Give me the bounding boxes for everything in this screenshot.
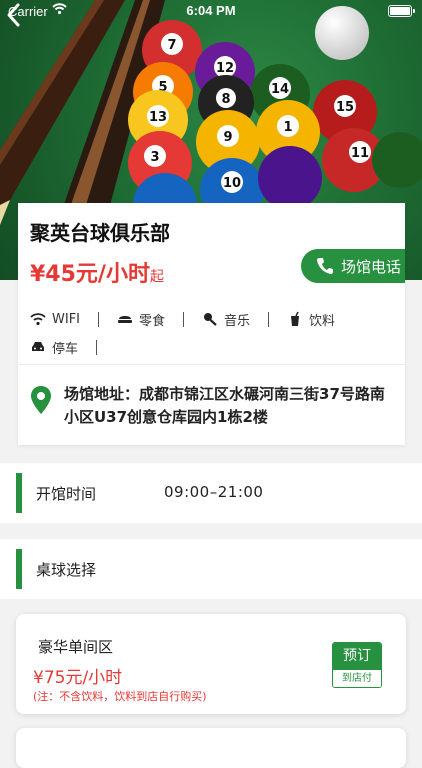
back-arrow-icon[interactable] <box>0 0 30 30</box>
venue-phone-button[interactable]: 场馆电话 <box>301 249 405 283</box>
car-icon <box>32 342 44 351</box>
table-option-note: (注：不含饮料，饮料到店自行购买) <box>33 690 207 703</box>
table-select-section: 桌球选择 <box>0 539 422 599</box>
amenity-divider <box>98 311 99 327</box>
svg-text:12: 12 <box>216 61 234 76</box>
location-pin-icon <box>31 386 51 414</box>
amenity-divider <box>183 311 185 327</box>
svg-text:11: 11 <box>351 146 369 161</box>
amenity-snack: 零食 <box>117 310 165 329</box>
phone-button-label: 场馆电话 <box>341 257 402 276</box>
amenity-label: WIFI <box>52 311 80 327</box>
amenity-divider <box>268 311 270 327</box>
svg-text:3: 3 <box>150 150 159 165</box>
drink-icon <box>291 311 300 326</box>
opening-hours-label: 开馆时间 <box>36 485 97 503</box>
table-option-name: 豪华单间区 <box>38 638 114 656</box>
venue-price-suffix: 起 <box>149 269 164 285</box>
table-select-label: 桌球选择 <box>36 561 97 579</box>
divider <box>18 364 405 365</box>
amenity-label: 音乐 <box>224 313 251 329</box>
amenity-label: 饮料 <box>309 313 336 329</box>
opening-hours-value: 09:00–21:00 <box>164 483 264 501</box>
svg-text:1: 1 <box>283 120 292 135</box>
section-accent-bar <box>16 473 22 513</box>
table-option-card: 豪华单间区 ¥75元/小时 (注：不含饮料，饮料到店自行购买) 预订 到店付 <box>16 614 406 714</box>
amenity-music: 音乐 <box>202 310 250 329</box>
book-button-label: 预订 <box>333 643 381 670</box>
snack-icon <box>118 316 132 323</box>
table-option-price: ¥75元/小时 <box>33 668 123 688</box>
amenity-label: 零食 <box>139 313 166 329</box>
venue-info-card: 聚英台球俱乐部 ¥45元/小时起 场馆电话 WIFI 零食 音乐 饮料 停车 场… <box>18 203 405 445</box>
amenity-drink: 饮料 <box>287 310 335 329</box>
status-time: 6:04 PM <box>186 3 236 18</box>
svg-text:14: 14 <box>271 82 289 97</box>
svg-text:15: 15 <box>336 100 354 115</box>
battery-icon <box>388 5 415 17</box>
status-bar: Carrier 6:04 PM <box>0 0 422 22</box>
amenity-parking: 停车 <box>30 338 78 357</box>
opening-hours-section: 开馆时间 09:00–21:00 <box>0 463 422 523</box>
table-option-card <box>16 728 406 768</box>
svg-text:8: 8 <box>221 92 230 107</box>
amenity-list: WIFI 零食 音乐 饮料 停车 <box>30 305 400 361</box>
venue-price: ¥45元/小时起 <box>30 256 164 288</box>
section-accent-bar <box>16 549 22 589</box>
amenity-wifi: WIFI <box>30 311 80 327</box>
svg-text:9: 9 <box>223 130 232 145</box>
book-button[interactable]: 预订 到店付 <box>332 642 382 688</box>
music-icon <box>204 313 217 326</box>
svg-text:7: 7 <box>167 38 176 53</box>
venue-price-value: ¥45元/小时 <box>30 262 150 287</box>
venue-address[interactable]: 场馆地址：成都市锦江区水碾河南三街37号路南小区U37创意仓库园内1栋2楼 <box>64 383 394 429</box>
svg-text:13: 13 <box>149 110 167 125</box>
svg-text:10: 10 <box>223 176 241 191</box>
venue-name: 聚英台球俱乐部 <box>30 221 170 245</box>
amenity-divider <box>96 339 98 355</box>
amenity-label: 停车 <box>52 341 79 357</box>
book-button-sublabel: 到店付 <box>333 670 381 687</box>
wifi-icon <box>30 313 46 326</box>
phone-icon <box>317 258 333 274</box>
